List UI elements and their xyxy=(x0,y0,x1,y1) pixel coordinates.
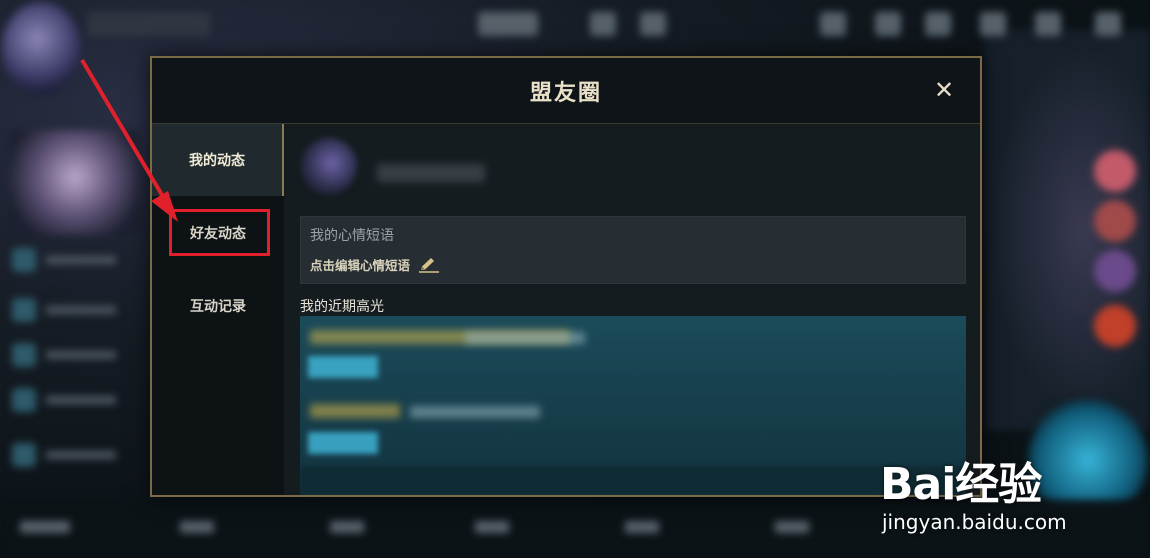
bg-top-icon[interactable] xyxy=(925,12,951,36)
modal-content: 我的心情短语 点击编辑心情短语 我的近期高光 xyxy=(285,124,980,495)
modal-title: 盟友圈 xyxy=(529,80,602,106)
bg-side-button[interactable] xyxy=(1094,200,1136,242)
modal-header: 盟友圈 ✕ xyxy=(152,58,980,124)
bg-top-icon[interactable] xyxy=(590,12,616,36)
bg-top-icon[interactable] xyxy=(980,12,1006,36)
bg-top-icon[interactable] xyxy=(1095,12,1121,36)
tab-my-feed[interactable]: 我的动态 xyxy=(152,124,284,196)
highlight-card[interactable] xyxy=(300,320,966,390)
bg-menu-item[interactable] xyxy=(12,340,132,370)
bg-menu-item[interactable] xyxy=(12,245,132,275)
recent-highlights-panel xyxy=(300,316,966,495)
bg-top-icon[interactable] xyxy=(820,12,846,36)
bg-top-icon[interactable] xyxy=(875,12,901,36)
bg-menu-item[interactable] xyxy=(12,440,132,470)
player-name-blurred xyxy=(88,12,210,36)
game-screen: 盟友圈 ✕ 我的动态 好友动态 互动记录 我的心情短语 点击编辑心情短语 我的近… xyxy=(0,0,1150,558)
tab-label: 我的动态 xyxy=(189,153,245,169)
mood-panel: 我的心情短语 点击编辑心情短语 xyxy=(300,216,966,284)
baidu-watermark: Bai经验 jingyan.baidu.com xyxy=(880,440,1140,540)
tab-interaction-log[interactable]: 互动记录 xyxy=(152,270,284,342)
tab-label: 互动记录 xyxy=(190,299,246,315)
bg-top-icon[interactable] xyxy=(1035,12,1061,36)
highlight-card-partial[interactable] xyxy=(300,466,966,495)
bg-top-icon[interactable] xyxy=(478,12,538,36)
profile-avatar[interactable] xyxy=(301,138,357,194)
watermark-brand: Bai经验 xyxy=(880,459,1042,510)
close-icon[interactable]: ✕ xyxy=(932,78,956,102)
bg-bottom-item[interactable] xyxy=(330,521,364,533)
ally-circle-modal: 盟友圈 ✕ 我的动态 好友动态 互动记录 我的心情短语 点击编辑心情短语 我的近… xyxy=(150,56,982,497)
bg-bottom-item[interactable] xyxy=(20,521,70,533)
mood-label: 我的心情短语 xyxy=(310,228,394,244)
player-avatar[interactable] xyxy=(2,2,80,94)
watermark-url: jingyan.baidu.com xyxy=(882,510,1067,534)
pencil-icon xyxy=(419,257,440,273)
recent-highlights-title: 我的近期高光 xyxy=(300,299,384,315)
edit-mood-label: 点击编辑心情短语 xyxy=(310,258,411,273)
bg-bottom-item[interactable] xyxy=(180,521,214,533)
edit-mood-button[interactable]: 点击编辑心情短语 xyxy=(310,255,440,274)
bg-bottom-item[interactable] xyxy=(775,521,809,533)
bg-side-button[interactable] xyxy=(1094,250,1136,292)
profile-name-blurred xyxy=(377,164,485,182)
highlight-card[interactable] xyxy=(300,390,966,460)
bg-menu-item[interactable] xyxy=(12,295,132,325)
modal-sidebar: 我的动态 好友动态 互动记录 xyxy=(152,124,284,495)
bg-top-icon[interactable] xyxy=(640,12,666,36)
background-hero-card[interactable] xyxy=(10,130,140,235)
bg-menu-item[interactable] xyxy=(12,385,132,415)
bg-side-button[interactable] xyxy=(1094,305,1136,347)
bg-bottom-item[interactable] xyxy=(475,521,509,533)
bg-bottom-item[interactable] xyxy=(625,521,659,533)
annotation-highlight-box xyxy=(169,209,270,256)
bg-side-button[interactable] xyxy=(1094,150,1136,192)
